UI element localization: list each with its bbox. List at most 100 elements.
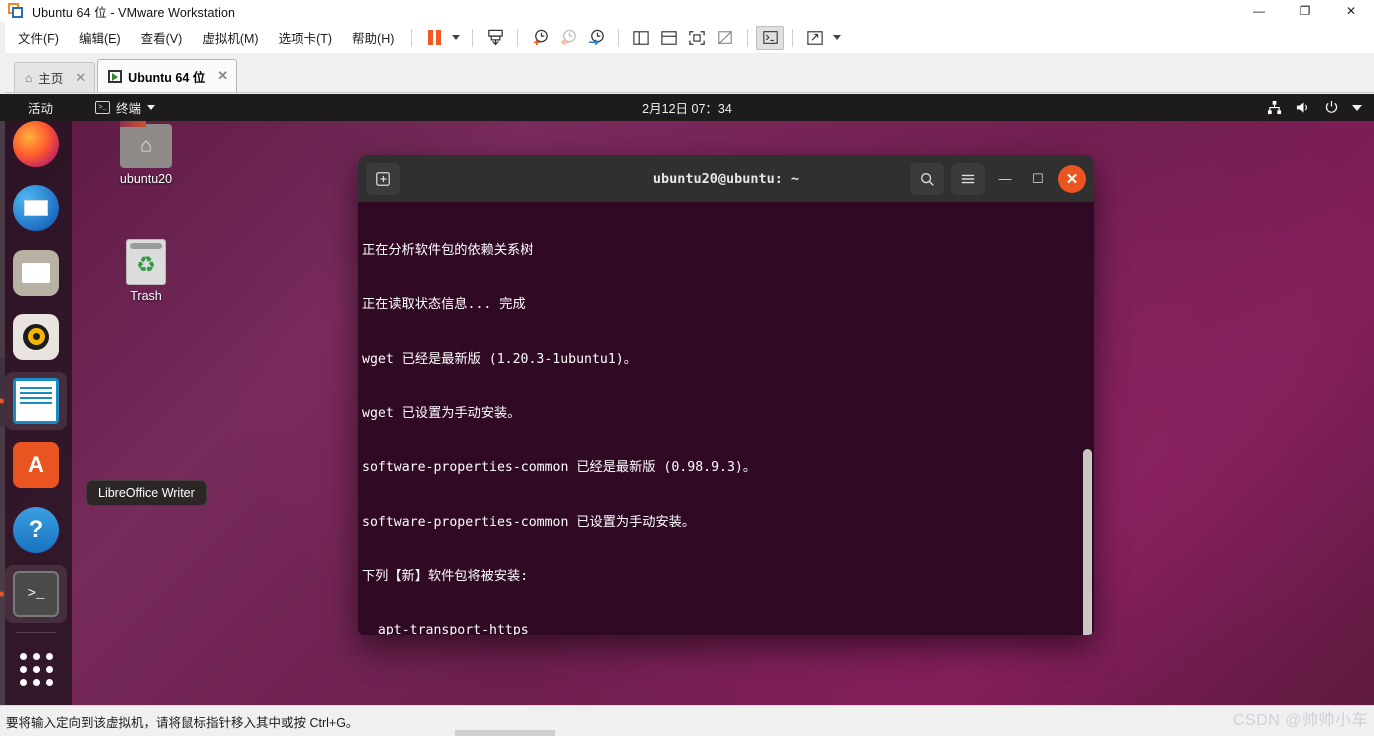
library-panel-icon xyxy=(633,30,650,45)
vmware-logo-icon xyxy=(8,3,24,19)
show-console-view-button[interactable] xyxy=(655,26,683,50)
app-menu-label: 终端 xyxy=(116,102,142,116)
send-ctrl-alt-del-button[interactable] xyxy=(481,26,509,50)
taskbar-strip xyxy=(455,730,555,736)
maximize-button[interactable]: ❐ xyxy=(1282,0,1328,22)
thunderbird-icon xyxy=(13,185,59,232)
show-library-button[interactable] xyxy=(627,26,655,50)
search-icon xyxy=(921,172,934,186)
dock-item-libreoffice-writer[interactable] xyxy=(5,371,67,431)
terminal-search-button[interactable] xyxy=(910,162,944,195)
desktop-icon-trash[interactable]: ♻ Trash xyxy=(101,239,191,303)
dock-item-files[interactable] xyxy=(5,243,67,301)
tab-home-label: 主页 xyxy=(38,72,64,86)
snapshot-take-icon xyxy=(533,29,548,46)
tab-ubuntu-label: Ubuntu 64 位 xyxy=(128,70,206,85)
terminal-scrollbar[interactable] xyxy=(1083,449,1092,635)
new-tab-button[interactable] xyxy=(366,162,400,195)
terminal-line: wget 已设置为手动安装。 xyxy=(362,406,521,422)
pause-icon xyxy=(427,30,441,45)
terminal-close-button[interactable]: ✕ xyxy=(1058,164,1086,193)
power-dropdown[interactable] xyxy=(448,26,464,50)
home-icon: ⌂ xyxy=(25,70,33,85)
terminal-window[interactable]: ubuntu20@ubuntu: ~ — ☐ ✕ 正在分析软件包的依赖关系树 正… xyxy=(358,155,1094,635)
toolbar-divider-3 xyxy=(517,28,519,47)
firefox-icon xyxy=(13,121,59,168)
vmware-workstation-window: Ubuntu 64 位 - VMware Workstation — ❐ ✕ 文… xyxy=(0,0,1374,736)
terminal-maximize-button[interactable]: ☐ xyxy=(1025,166,1051,192)
gnome-topbar: 活动 >_ 终端 2月12日 07：34 xyxy=(0,94,1374,121)
ubuntu-dock: A ? >_ xyxy=(0,121,72,705)
terminal-minimize-button[interactable]: — xyxy=(992,166,1018,192)
terminal-menu-button[interactable] xyxy=(951,162,985,195)
unity-mode-icon xyxy=(718,30,733,45)
network-icon xyxy=(1267,100,1282,115)
dock-divider xyxy=(16,631,56,633)
terminal-output[interactable]: 正在分析软件包的依赖关系树 正在读取状态信息... 完成 wget 已经是最新版… xyxy=(358,202,1094,635)
window-controls: — ❐ ✕ xyxy=(1236,0,1374,22)
dock-item-ubuntu-software[interactable]: A xyxy=(5,436,67,494)
toolbar-divider xyxy=(411,28,413,47)
menu-tabs[interactable]: 选项卡(T) xyxy=(270,25,341,50)
vmware-statusbar: 要将输入定向到该虚拟机，请将鼠标指针移入其中或按 Ctrl+G。 xyxy=(0,705,1374,736)
stretch-button[interactable] xyxy=(801,26,829,50)
terminal-line: 正在分析软件包的依赖关系树 xyxy=(362,243,534,259)
minimize-button[interactable]: — xyxy=(1236,0,1282,22)
desktop-icon-trash-label: Trash xyxy=(130,289,162,303)
snapshot-manager-icon xyxy=(588,29,604,46)
show-applications-icon xyxy=(19,653,53,687)
desktop-icon-home-folder[interactable]: ⌂ ubuntu20 xyxy=(101,118,191,186)
close-button[interactable]: ✕ xyxy=(1328,0,1374,22)
terminal-titlebar[interactable]: ubuntu20@ubuntu: ~ — ☐ ✕ xyxy=(358,155,1094,202)
app-menu-button[interactable]: >_ 终端 xyxy=(95,98,156,117)
chevron-down-icon-tray xyxy=(1352,104,1362,111)
dock-item-show-applications[interactable] xyxy=(5,641,67,699)
dock-item-help[interactable]: ? xyxy=(5,500,67,558)
libreoffice-writer-icon xyxy=(13,378,59,425)
terminal-app-icon: >_ xyxy=(13,570,59,617)
console-panel-icon xyxy=(661,30,678,45)
menu-edit[interactable]: 编辑(E) xyxy=(70,25,130,50)
clock[interactable]: 2月12日 07：34 xyxy=(0,98,1374,117)
tab-home-close-icon[interactable]: ✕ xyxy=(75,70,86,86)
vmware-menubar: 文件(F) 编辑(E) 查看(V) 虚拟机(M) 选项卡(T) 帮助(H) xyxy=(0,22,1374,53)
terminal-icon-small: >_ xyxy=(95,101,111,114)
snapshot-revert-icon xyxy=(560,29,576,46)
terminal-line: 正在读取状态信息... 完成 xyxy=(362,297,526,313)
dock-item-terminal[interactable]: >_ xyxy=(5,564,67,623)
tab-ubuntu-close-icon[interactable]: ✕ xyxy=(217,68,228,84)
toolbar-divider-5 xyxy=(747,28,749,47)
chevron-down-icon xyxy=(452,35,461,40)
tab-ubuntu[interactable]: Ubuntu 64 位 ✕ xyxy=(97,59,238,92)
chevron-down-icon-app xyxy=(147,105,156,110)
stretch-dropdown[interactable] xyxy=(829,26,845,50)
home-folder-icon: ⌂ xyxy=(120,118,172,168)
dock-item-thunderbird[interactable] xyxy=(5,179,67,237)
vm-icon xyxy=(108,69,123,83)
tab-home[interactable]: ⌂ 主页 ✕ xyxy=(14,62,96,92)
menu-vm[interactable]: 虚拟机(M) xyxy=(193,25,267,50)
ubuntu-software-icon: A xyxy=(13,442,59,489)
hamburger-menu-icon xyxy=(961,174,975,183)
system-tray[interactable] xyxy=(1267,100,1362,115)
fullscreen-icon xyxy=(689,30,706,45)
fullscreen-button[interactable] xyxy=(683,26,711,50)
toolbar-divider-4 xyxy=(618,28,620,47)
pause-button[interactable] xyxy=(420,26,448,50)
snapshot-manager-button[interactable] xyxy=(582,26,610,50)
terminal-button[interactable] xyxy=(756,25,785,50)
vmware-tabstrip: ⌂ 主页 ✕ Ubuntu 64 位 ✕ xyxy=(0,53,1374,93)
volume-icon xyxy=(1296,102,1307,113)
window-title: Ubuntu 64 位 - VMware Workstation xyxy=(32,5,236,20)
snapshot-take-button[interactable] xyxy=(526,26,554,50)
menu-file[interactable]: 文件(F) xyxy=(9,25,68,50)
send-keys-icon xyxy=(488,29,503,46)
vm-guest-screen[interactable]: 活动 >_ 终端 2月12日 07：34 A ? >_ LibreOffice … xyxy=(0,94,1374,705)
activities-button[interactable]: 活动 xyxy=(28,98,53,117)
menu-view[interactable]: 查看(V) xyxy=(132,25,192,50)
dock-item-firefox[interactable] xyxy=(5,115,67,173)
menu-help[interactable]: 帮助(H) xyxy=(343,25,403,50)
unity-mode-button[interactable] xyxy=(711,26,739,50)
dock-item-rhythmbox[interactable] xyxy=(5,308,67,366)
snapshot-revert-button[interactable] xyxy=(554,26,582,50)
